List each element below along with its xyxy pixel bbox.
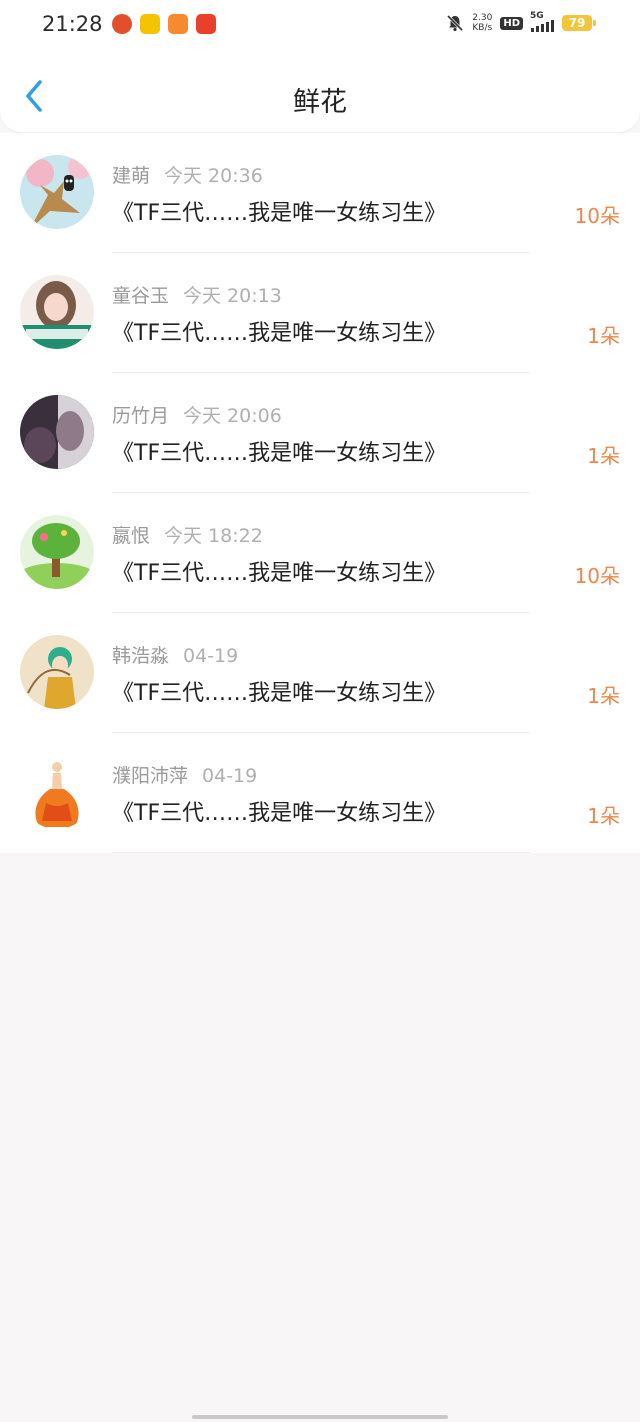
network-speed-value: 2.30 bbox=[472, 13, 493, 23]
video-app-icon bbox=[168, 14, 188, 34]
list-item[interactable]: 建萌 今天 20:36 《TF三代……我是唯一女练习生》 10朵 bbox=[0, 133, 640, 253]
avatar[interactable] bbox=[20, 755, 94, 829]
list-item[interactable]: 历竹月 今天 20:06 《TF三代……我是唯一女练习生》 1朵 bbox=[0, 373, 640, 493]
sender-info: 建萌 今天 20:36 bbox=[112, 161, 263, 188]
sent-time: 今天 20:36 bbox=[164, 165, 263, 187]
book-title: 《TF三代……我是唯一女练习生》 bbox=[112, 561, 447, 586]
network-speed: 2.30 KB/s bbox=[472, 13, 492, 33]
status-bar: 21:28 2.30 KB/s HD 5G 79 bbox=[0, 0, 640, 52]
avatar[interactable] bbox=[20, 155, 94, 229]
notification-icons bbox=[112, 14, 216, 34]
hd-badge: HD bbox=[500, 16, 523, 30]
status-indicators: 2.30 KB/s HD 5G 79 bbox=[446, 11, 596, 33]
avatar[interactable] bbox=[20, 275, 94, 349]
sender-info: 韩浩淼 04-19 bbox=[112, 641, 238, 668]
network-type-label: 5G bbox=[530, 11, 544, 21]
list-item[interactable]: 童谷玉 今天 20:13 《TF三代……我是唯一女练习生》 1朵 bbox=[0, 253, 640, 373]
book-title: 《TF三代……我是唯一女练习生》 bbox=[112, 681, 447, 706]
book-title: 《TF三代……我是唯一女练习生》 bbox=[112, 441, 447, 466]
sender-info: 童谷玉 今天 20:13 bbox=[112, 281, 282, 308]
list-item[interactable]: 韩浩淼 04-19 《TF三代……我是唯一女练习生》 1朵 bbox=[0, 613, 640, 733]
list-item[interactable]: 嬴恨 今天 18:22 《TF三代……我是唯一女练习生》 10朵 bbox=[0, 493, 640, 613]
sent-time: 今天 20:13 bbox=[183, 285, 282, 307]
assistant-app-icon bbox=[140, 14, 160, 34]
signal-icon: 5G bbox=[530, 11, 554, 32]
mute-bell-icon bbox=[446, 14, 464, 32]
sent-time: 04-19 bbox=[183, 645, 239, 667]
sender-name: 韩浩淼 bbox=[112, 645, 170, 667]
flower-count: 1朵 bbox=[587, 804, 620, 828]
reminder-app-icon bbox=[112, 14, 132, 34]
avatar[interactable] bbox=[20, 395, 94, 469]
avatar[interactable] bbox=[20, 635, 94, 709]
sent-time: 04-19 bbox=[202, 765, 258, 787]
list-item[interactable]: 濮阳沛萍 04-19 《TF三代……我是唯一女练习生》 1朵 bbox=[0, 733, 640, 853]
sent-time: 今天 18:22 bbox=[164, 525, 263, 547]
sender-name: 建萌 bbox=[112, 165, 151, 187]
sent-time: 今天 20:06 bbox=[183, 405, 282, 427]
sender-name: 嬴恨 bbox=[112, 525, 151, 547]
book-title: 《TF三代……我是唯一女练习生》 bbox=[112, 201, 447, 226]
sender-info: 历竹月 今天 20:06 bbox=[112, 401, 282, 428]
sender-name: 濮阳沛萍 bbox=[112, 765, 189, 787]
book-title: 《TF三代……我是唯一女练习生》 bbox=[112, 321, 447, 346]
flower-gift-list: 建萌 今天 20:36 《TF三代……我是唯一女练习生》 10朵 童谷玉 今天 20… bbox=[0, 133, 640, 853]
sender-info: 濮阳沛萍 04-19 bbox=[112, 761, 257, 788]
flower-count: 1朵 bbox=[587, 684, 620, 708]
flower-count: 10朵 bbox=[574, 564, 620, 588]
flower-count: 1朵 bbox=[587, 444, 620, 468]
divider bbox=[112, 852, 530, 853]
flower-count: 10朵 bbox=[574, 204, 620, 228]
top-nav-bar: 鲜花 bbox=[0, 52, 640, 132]
page-title: 鲜花 bbox=[293, 87, 347, 118]
book-title: 《TF三代……我是唯一女练习生》 bbox=[112, 801, 447, 826]
battery-icon: 79 bbox=[562, 15, 596, 31]
home-indicator[interactable] bbox=[192, 1415, 448, 1419]
shopping-app-icon bbox=[196, 14, 216, 34]
status-time: 21:28 bbox=[42, 12, 103, 36]
sender-info: 嬴恨 今天 18:22 bbox=[112, 521, 263, 548]
sender-name: 童谷玉 bbox=[112, 285, 170, 307]
avatar[interactable] bbox=[20, 515, 94, 589]
sender-name: 历竹月 bbox=[112, 405, 170, 427]
flower-count: 1朵 bbox=[587, 324, 620, 348]
network-speed-unit: KB/s bbox=[472, 23, 493, 33]
